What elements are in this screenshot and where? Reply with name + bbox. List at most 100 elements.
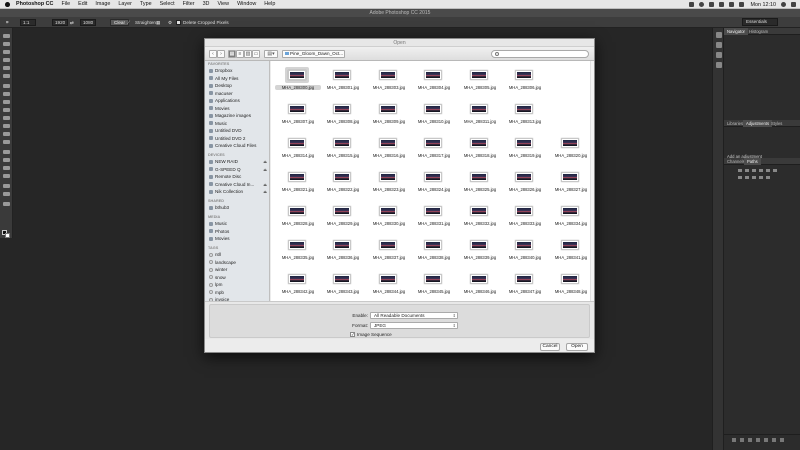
file-item[interactable]: MHA_288331.jpg: [413, 200, 457, 234]
file-item[interactable]: MHA_288324.jpg: [413, 166, 457, 200]
file-item[interactable]: MHA_288318.jpg: [459, 132, 503, 166]
sidebar-item-untitled-dvd-2[interactable]: Untitled DVD 2: [209, 136, 269, 142]
menu-select[interactable]: Select: [160, 1, 175, 7]
sidebar-tag-ntll[interactable]: ntll: [209, 252, 269, 258]
type-tool-icon[interactable]: [3, 158, 10, 162]
sidebar-item-desktop[interactable]: Desktop: [209, 83, 269, 89]
spotlight-icon[interactable]: [781, 2, 786, 7]
sidebar-tag-mpb[interactable]: mpb: [209, 290, 269, 296]
enable-select[interactable]: All Readable Documents: [370, 312, 458, 319]
creative-cloud-icon[interactable]: [698, 2, 704, 7]
file-item[interactable]: MHA_288347.jpg: [504, 268, 548, 301]
sidebar-item-bthub3[interactable]: bthub3: [209, 205, 269, 211]
file-item[interactable]: MHA_288339.jpg: [459, 234, 503, 268]
crop-height-field[interactable]: 1080: [80, 19, 96, 26]
apple-icon[interactable]: [4, 1, 10, 7]
shape-tool-icon[interactable]: [3, 174, 10, 178]
stroke-path-icon[interactable]: [740, 438, 744, 442]
menu-image[interactable]: Image: [95, 1, 110, 7]
properties-panel-icon[interactable]: [716, 42, 722, 48]
format-select[interactable]: JPEG: [370, 322, 458, 329]
sidebar-item-photos[interactable]: Photos: [209, 229, 269, 235]
file-item[interactable]: MHA_288336.jpg: [322, 234, 366, 268]
sidebar-item-g-speed-q[interactable]: G-SPEED Q ⏏: [209, 167, 269, 173]
file-item[interactable]: MHA_288311.jpg: [459, 98, 503, 132]
eject-icon[interactable]: ⏏: [263, 189, 267, 195]
volume-icon[interactable]: [728, 2, 734, 7]
zoom-tool-icon[interactable]: [3, 192, 10, 196]
background-color-swatch[interactable]: [5, 233, 10, 238]
file-item[interactable]: MHA_288317.jpg: [413, 132, 457, 166]
file-item[interactable]: MHA_288328.jpg: [277, 200, 321, 234]
tab-navigator[interactable]: Navigator: [724, 28, 748, 35]
file-item[interactable]: MHA_288332.jpg: [459, 200, 503, 234]
forward-button[interactable]: ›: [217, 50, 225, 58]
stamp-tool-icon[interactable]: [3, 100, 10, 104]
sidebar-item-magazine-images[interactable]: Magazine images: [209, 113, 269, 119]
menu-filter[interactable]: Filter: [183, 1, 195, 7]
gradient-map-icon[interactable]: [759, 176, 763, 179]
file-item[interactable]: MHA_288342.jpg: [277, 268, 321, 301]
icon-view-button[interactable]: ▦: [228, 50, 236, 58]
lasso-tool-icon[interactable]: [3, 50, 10, 54]
menu-layer[interactable]: Layer: [118, 1, 132, 7]
move-tool-icon[interactable]: [3, 34, 10, 38]
straighten-label[interactable]: Straighten: [135, 19, 156, 26]
marquee-tool-icon[interactable]: [3, 42, 10, 46]
sidebar-item-macuser[interactable]: macuser: [209, 91, 269, 97]
bluetooth-icon[interactable]: [708, 2, 714, 7]
wifi-icon[interactable]: [718, 2, 724, 7]
crop-width-field[interactable]: 1920: [52, 19, 68, 26]
workspace-switcher[interactable]: Essentials: [742, 18, 778, 26]
menu-3d[interactable]: 3D: [203, 1, 210, 7]
color-balance-icon[interactable]: [752, 169, 756, 172]
hand-tool-icon[interactable]: [3, 184, 10, 188]
file-item[interactable]: MHA_288338.jpg: [413, 234, 457, 268]
hue-saturation-icon[interactable]: [745, 169, 749, 172]
eject-icon[interactable]: ⏏: [263, 167, 267, 173]
file-item[interactable]: MHA_288334.jpg: [550, 200, 593, 234]
history-panel-icon[interactable]: [716, 32, 722, 38]
file-item[interactable]: MHA_288341.jpg: [550, 234, 593, 268]
edit-toolbar-icon[interactable]: [3, 202, 10, 206]
fill-path-icon[interactable]: [732, 438, 736, 442]
file-item[interactable]: MHA_288313.jpg: [504, 98, 548, 132]
file-item[interactable]: MHA_288306.jpg: [504, 64, 548, 98]
quick-select-tool-icon[interactable]: [3, 58, 10, 62]
sidebar-item-applications[interactable]: Applications: [209, 98, 269, 104]
crop-tool-icon[interactable]: ⌗: [6, 19, 9, 26]
sidebar-item-all-my-files[interactable]: All My Files: [209, 76, 269, 82]
sidebar-tag-snow[interactable]: snow: [209, 275, 269, 281]
menu-app-name[interactable]: Photoshop CC: [16, 1, 53, 7]
file-item[interactable]: MHA_288333.jpg: [504, 200, 548, 234]
history-brush-tool-icon[interactable]: [3, 108, 10, 112]
file-item[interactable]: MHA_288348.jpg: [550, 268, 593, 301]
crop-settings-icon[interactable]: ⚙: [168, 19, 172, 26]
file-item[interactable]: MHA_288310.jpg: [413, 98, 457, 132]
crop-ratio-select[interactable]: 1:1: [20, 19, 36, 26]
sidebar-item-media-music[interactable]: Music: [209, 221, 269, 227]
sidebar-item-music[interactable]: Music: [209, 121, 269, 127]
battery-icon[interactable]: [738, 2, 744, 7]
sidebar-tag-lpm[interactable]: lpm: [209, 282, 269, 288]
notification-center-icon[interactable]: [791, 2, 796, 7]
sidebar-item-movies[interactable]: Movies: [209, 106, 269, 112]
add-mask-icon[interactable]: [764, 438, 768, 442]
sidebar-item-dropbox[interactable]: Dropbox: [209, 68, 269, 74]
file-item[interactable]: MHA_288301.jpg: [322, 64, 366, 98]
overlay-grid-icon[interactable]: ▦: [156, 19, 160, 26]
blur-tool-icon[interactable]: [3, 132, 10, 136]
sidebar-item-creative-cloud-files[interactable]: Creative Cloud Files: [209, 143, 269, 149]
menu-view[interactable]: View: [217, 1, 229, 7]
cancel-button[interactable]: Cancel: [540, 343, 560, 351]
file-item[interactable]: MHA_288316.jpg: [368, 132, 412, 166]
sidebar-tag-landscape[interactable]: landscape: [209, 260, 269, 266]
back-button[interactable]: ‹: [209, 50, 217, 58]
search-input[interactable]: [491, 50, 589, 58]
brush-tool-icon[interactable]: [3, 92, 10, 96]
list-view-button[interactable]: ≡: [236, 50, 244, 58]
pen-tool-icon[interactable]: [3, 150, 10, 154]
dodge-tool-icon[interactable]: [3, 140, 10, 144]
vibrance-icon[interactable]: [738, 169, 742, 172]
healing-tool-icon[interactable]: [3, 84, 10, 88]
